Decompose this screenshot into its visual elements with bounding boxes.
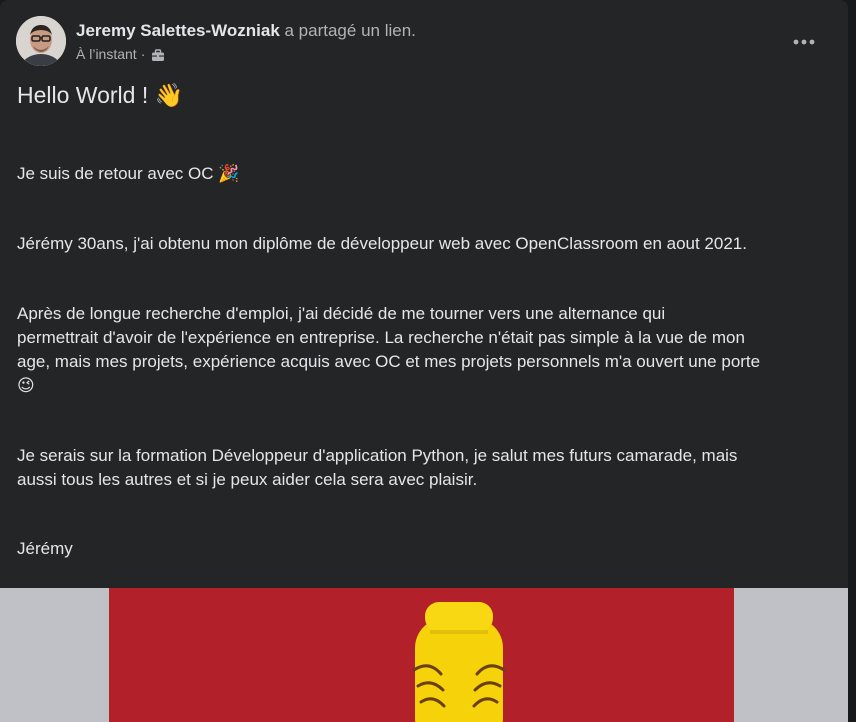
- post-paragraph: Je suis de retour avec OC 🎉: [17, 164, 240, 183]
- page-gutter: [848, 0, 856, 722]
- author-line: Jeremy Salettes-Wozniak a partagé un lie…: [76, 20, 416, 42]
- post-paragraph: Je serais sur la formation Développeur d…: [17, 446, 738, 489]
- lego-figure-image: [109, 588, 734, 722]
- avatar-photo: [16, 16, 66, 66]
- avatar[interactable]: [16, 16, 66, 66]
- post-text: Hello World ! 👋 Je suis de retour avec O…: [17, 80, 829, 561]
- post-paragraph: Jérémy 30ans, j'ai obtenu mon diplôme de…: [17, 234, 747, 253]
- post-card: Jeremy Salettes-Wozniak a partagé un lie…: [0, 0, 848, 722]
- post-greeting: Hello World ! 👋: [17, 82, 184, 108]
- post-header: Jeremy Salettes-Wozniak a partagé un lie…: [16, 16, 832, 68]
- author-action: a partagé un lien.: [279, 21, 416, 40]
- link-preview-image[interactable]: [109, 588, 734, 722]
- meta-separator: ·: [140, 46, 146, 62]
- post-paragraph: Après de longue recherche d'emploi, j'ai…: [17, 304, 761, 395]
- link-preview[interactable]: [0, 588, 848, 722]
- author-name[interactable]: Jeremy Salettes-Wozniak: [76, 21, 280, 40]
- post-timestamp[interactable]: À l’instant: [76, 45, 137, 63]
- briefcase-icon[interactable]: [151, 48, 165, 61]
- post-signature: Jérémy: [17, 539, 73, 558]
- more-options-icon: [793, 39, 815, 45]
- post-meta: À l’instant ·: [76, 45, 165, 63]
- more-options-button[interactable]: [786, 24, 822, 60]
